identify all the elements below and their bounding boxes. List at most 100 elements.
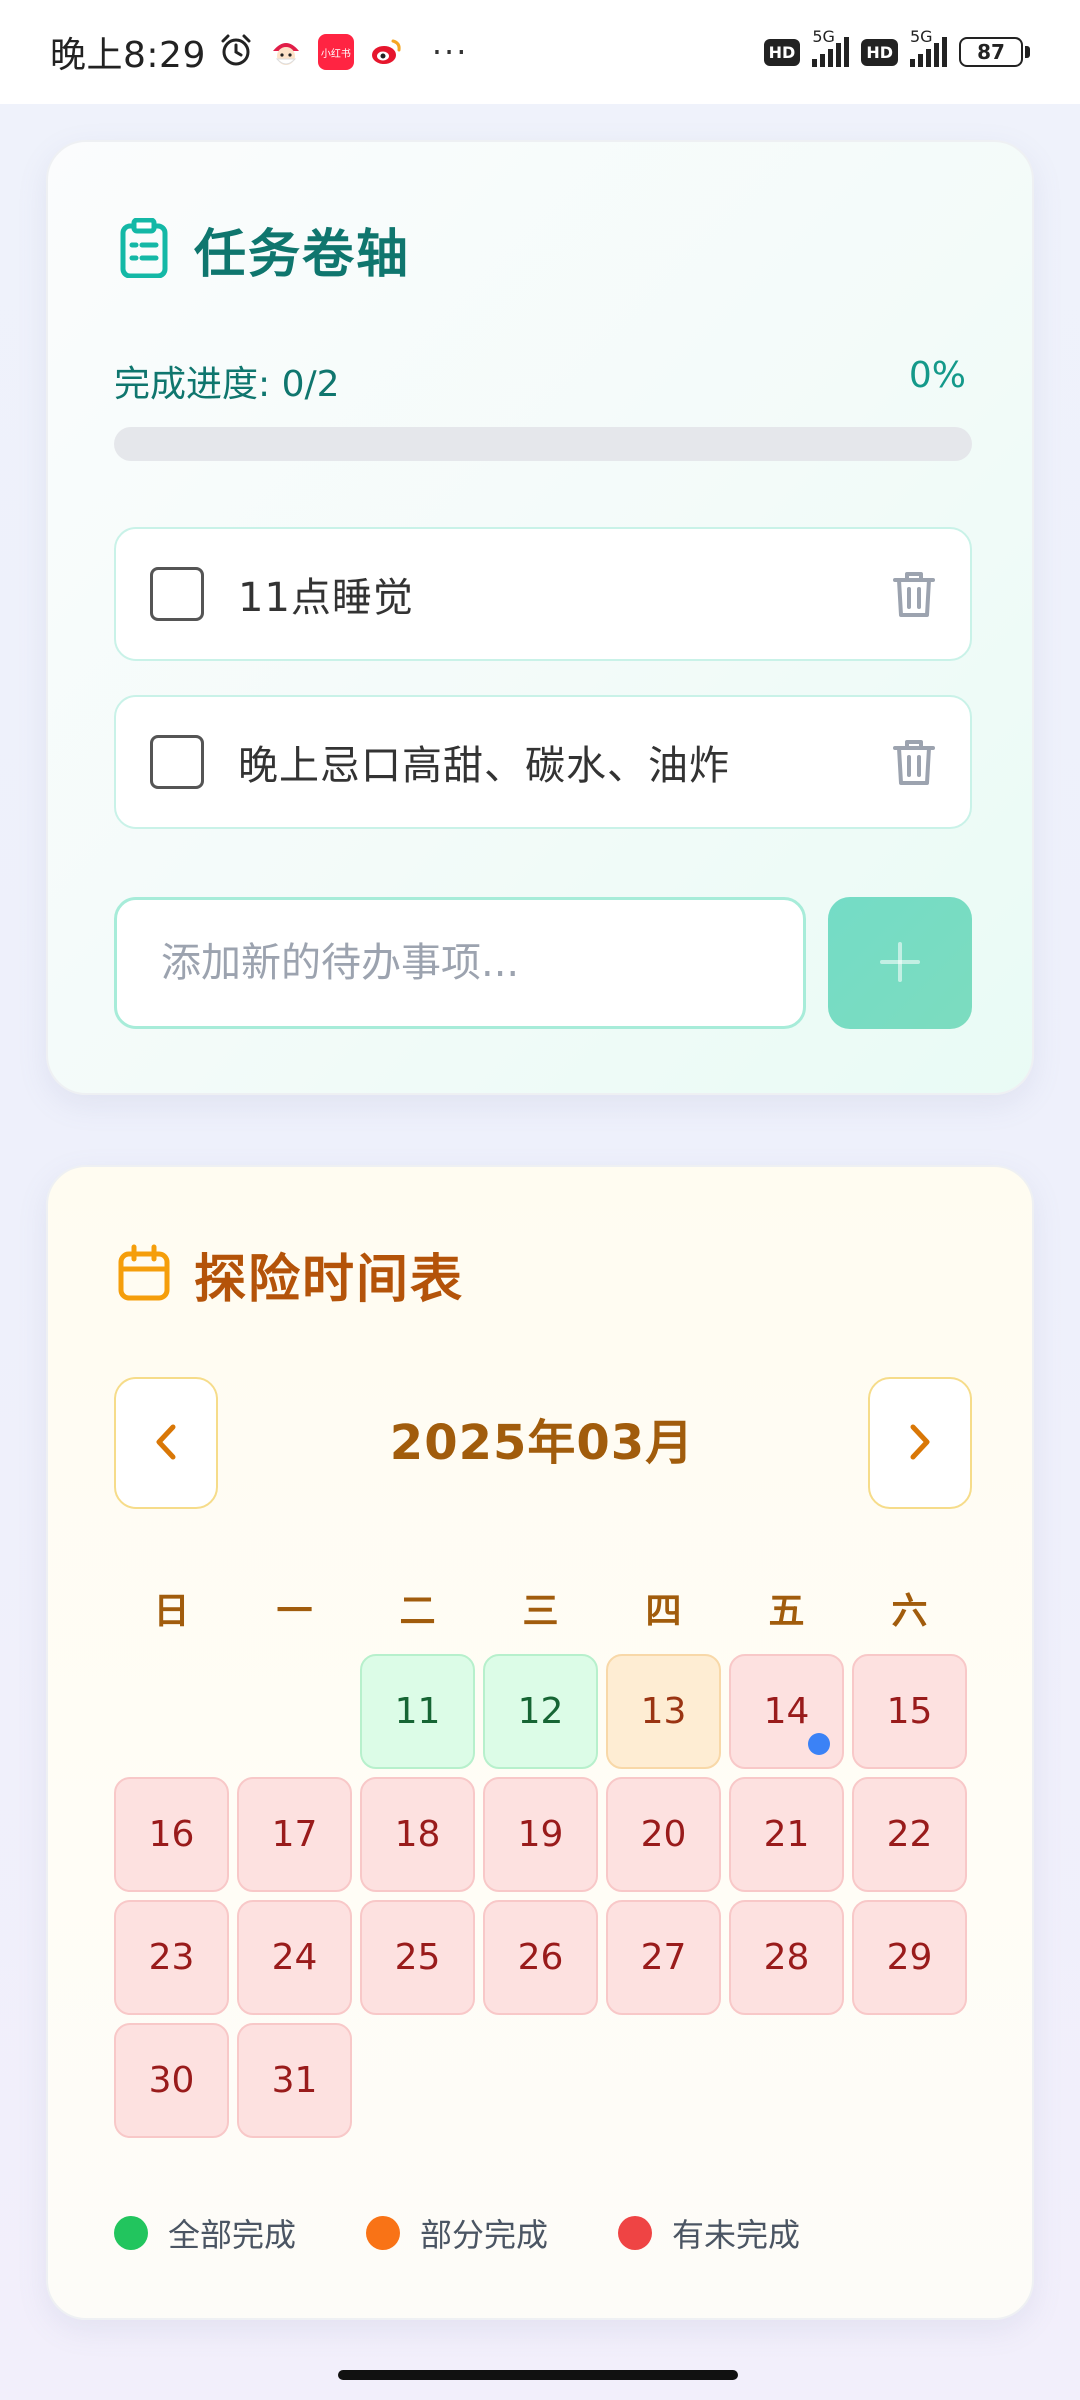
calendar-day[interactable]: 19 <box>483 1777 598 1892</box>
todo-text: 11点睡觉 <box>238 575 414 621</box>
calendar-day[interactable]: 21 <box>729 1777 844 1892</box>
hd-badge: HD <box>861 38 898 66</box>
weekday-header: 日 一 二 三 四 五 六 <box>114 1582 976 1634</box>
calendar-day[interactable]: 29 <box>852 1900 967 2015</box>
todo-checkbox[interactable] <box>150 567 204 621</box>
weekday-label: 三 <box>522 1591 559 1632</box>
todo-item: 11点睡觉 <box>114 527 972 661</box>
calendar-day[interactable]: 14 <box>729 1654 844 1769</box>
task-card-title: 任务卷轴 <box>194 225 411 285</box>
weekday-label: 六 <box>891 1591 928 1632</box>
trash-icon[interactable] <box>892 569 936 619</box>
weekday-label: 四 <box>645 1591 682 1632</box>
signal-icon: 5G <box>910 27 947 67</box>
calendar-day-number: 28 <box>763 1937 810 1978</box>
task-card-header: 任务卷轴 <box>118 212 410 287</box>
new-todo-input[interactable] <box>114 897 806 1029</box>
calendar-day[interactable]: 26 <box>483 1900 598 2015</box>
calendar-card-header: 探险时间表 <box>118 1237 464 1312</box>
calendar-day[interactable]: 16 <box>114 1777 229 1892</box>
calendar-card: 探险时间表 2025年03月 日 一 二 三 四 五 六 11 12 13 14 15 1… <box>46 1165 1034 2320</box>
prev-month-button[interactable] <box>114 1377 218 1509</box>
calendar-day-number: 25 <box>394 1937 441 1978</box>
progress-bar <box>114 427 972 461</box>
calendar-day[interactable]: 20 <box>606 1777 721 1892</box>
trash-icon[interactable] <box>892 737 936 787</box>
calendar-day-number: 23 <box>148 1937 195 1978</box>
calendar-day-number: 15 <box>886 1691 933 1732</box>
calendar-day-number: 20 <box>640 1814 687 1855</box>
calendar-day-number: 17 <box>271 1814 318 1855</box>
calendar-empty-cell <box>114 1654 229 1769</box>
calendar-day[interactable]: 23 <box>114 1900 229 2015</box>
calendar-day[interactable]: 28 <box>729 1900 844 2015</box>
calendar-grid: 11 12 13 14 15 16 17 18 19 20 21 22 23 24 25 26 27 28 29 30… <box>114 1654 976 2138</box>
calendar-day[interactable]: 25 <box>360 1900 475 2015</box>
calendar-day-number: 13 <box>640 1691 687 1732</box>
clipboard-icon <box>118 217 170 282</box>
month-label: 2025年03月 <box>389 1415 695 1471</box>
legend-item: 部分完成 <box>366 2210 548 2256</box>
calendar-day[interactable]: 12 <box>483 1654 598 1769</box>
calendar-day[interactable]: 27 <box>606 1900 721 2015</box>
calendar-day[interactable]: 13 <box>606 1654 721 1769</box>
weekday-label: 一 <box>276 1591 313 1632</box>
weekday-label: 日 <box>153 1591 190 1632</box>
calendar-day[interactable]: 15 <box>852 1654 967 1769</box>
plus-icon <box>878 940 922 987</box>
task-card: 任务卷轴 完成进度: 0/2 0% 11点睡觉 晚上忌口高甜、碳水、油炸 <box>46 140 1034 1095</box>
calendar-day-number: 31 <box>271 2060 318 2101</box>
chevron-right-icon <box>905 1422 935 1465</box>
legend-dot-incomplete <box>618 2216 653 2250</box>
legend-dot-all-complete <box>114 2216 148 2250</box>
calendar-day[interactable]: 11 <box>360 1654 475 1769</box>
weekday-label: 二 <box>399 1591 436 1632</box>
calendar-day[interactable]: 31 <box>237 2023 352 2138</box>
hd-badge: HD <box>763 38 801 66</box>
alarm-icon <box>218 32 254 72</box>
weibo-app-icon <box>367 34 404 70</box>
more-notifications-icon: ··· <box>431 33 469 71</box>
legend-label: 部分完成 <box>420 2216 549 2254</box>
calendar-day-number: 12 <box>517 1691 564 1732</box>
calendar-day-number: 18 <box>394 1814 441 1855</box>
today-indicator-dot <box>808 1733 830 1755</box>
signal-icon: 5G <box>812 27 850 67</box>
calendar-day[interactable]: 18 <box>360 1777 475 1892</box>
legend-item: 全部完成 <box>114 2210 296 2256</box>
calendar-day-number: 19 <box>517 1814 564 1855</box>
calendar-day-number: 21 <box>763 1814 810 1855</box>
todo-checkbox[interactable] <box>150 735 204 789</box>
battery-level: 87 <box>959 37 1023 67</box>
calendar-day-number: 29 <box>886 1937 933 1978</box>
legend: 全部完成 部分完成 有未完成 <box>114 2210 870 2256</box>
calendar-day-number: 14 <box>763 1691 810 1732</box>
weekday-label: 五 <box>768 1591 805 1632</box>
progress-label: 完成进度: 0/2 <box>114 364 340 405</box>
progress-percent: 0% <box>908 355 966 396</box>
status-time: 晚上8:29 <box>50 35 206 76</box>
red-note-app-icon: 小红书 <box>317 34 354 70</box>
next-month-button[interactable] <box>868 1377 972 1509</box>
calendar-day[interactable]: 30 <box>114 2023 229 2138</box>
chevron-left-icon <box>151 1422 181 1465</box>
todo-text: 晚上忌口高甜、碳水、油炸 <box>238 743 730 789</box>
legend-label: 有未完成 <box>672 2216 801 2254</box>
calendar-day-number: 30 <box>148 2060 195 2101</box>
calendar-day-number: 22 <box>886 1814 933 1855</box>
battery-icon: 87 <box>959 37 1030 67</box>
add-todo-button[interactable] <box>828 897 972 1029</box>
legend-dot-partial <box>366 2216 401 2250</box>
calendar-day[interactable]: 22 <box>852 1777 967 1892</box>
calendar-icon <box>118 1243 170 1307</box>
calendar-day[interactable]: 24 <box>237 1900 352 2015</box>
calendar-day-number: 16 <box>148 1814 195 1855</box>
calendar-empty-cell <box>237 1654 352 1769</box>
legend-label: 全部完成 <box>168 2216 297 2254</box>
legend-item: 有未完成 <box>618 2210 800 2256</box>
calendar-day-number: 26 <box>517 1937 564 1978</box>
todo-item: 晚上忌口高甜、碳水、油炸 <box>114 695 972 829</box>
calendar-day[interactable]: 17 <box>237 1777 352 1892</box>
home-indicator[interactable] <box>338 2370 738 2380</box>
calendar-day-number: 24 <box>271 1937 318 1978</box>
